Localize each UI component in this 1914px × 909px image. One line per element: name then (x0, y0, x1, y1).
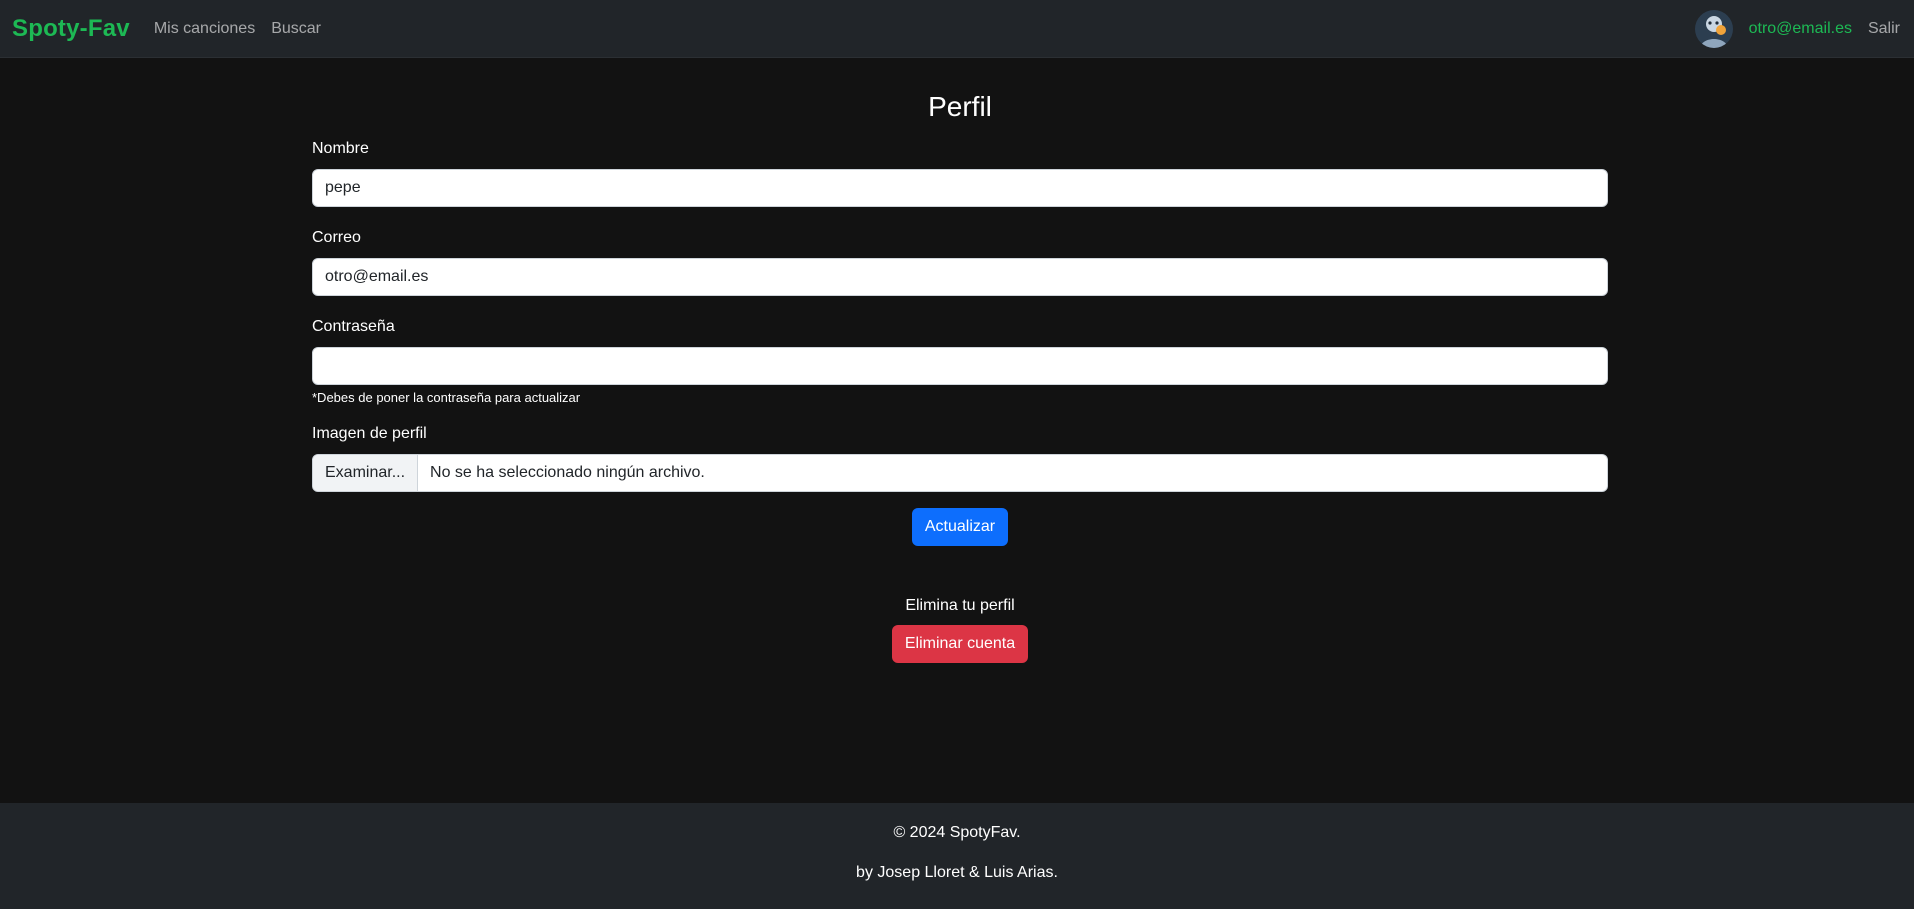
user-email-link[interactable]: otro@email.es (1749, 20, 1852, 38)
delete-text: Elimina tu perfil (905, 597, 1015, 614)
brand-logo[interactable]: Spoty-Fav (12, 15, 130, 43)
footer: © 2024 SpotyFav. by Josep Lloret & Luis … (0, 803, 1914, 909)
name-group: Nombre (312, 139, 1608, 207)
logout-link[interactable]: Salir (1868, 20, 1900, 38)
update-button[interactable]: Actualizar (911, 508, 1009, 546)
name-input[interactable] (312, 169, 1608, 207)
footer-copyright: © 2024 SpotyFav. (893, 824, 1021, 841)
footer-authors: by Josep Lloret & Luis Arias. (856, 864, 1058, 881)
navbar: Spoty-Fav Mis canciones Buscar otro@emai… (0, 0, 1914, 58)
password-input[interactable] (312, 347, 1608, 385)
file-input[interactable]: Examinar... No se ha seleccionado ningún… (312, 454, 1608, 492)
user-avatar-icon[interactable] (1694, 9, 1733, 48)
nav-link-mis-canciones[interactable]: Mis canciones (154, 20, 255, 38)
browse-button[interactable]: Examinar... (313, 455, 419, 491)
file-status: No se ha seleccionado ningún archivo. (430, 464, 705, 481)
password-hint: *Debes de poner la contraseña para actua… (312, 390, 581, 405)
delete-section: Elimina tu perfil Eliminar cuenta (312, 596, 1608, 663)
password-group: Contraseña *Debes de poner la contraseña… (312, 317, 1608, 406)
image-group: Imagen de perfil Examinar... No se ha se… (312, 424, 1608, 492)
email-group: Correo (312, 228, 1608, 296)
nav-link-buscar[interactable]: Buscar (271, 20, 321, 38)
image-label: Imagen de perfil (312, 425, 427, 442)
delete-account-button[interactable]: Eliminar cuenta (891, 625, 1029, 663)
page-title: Perfil (928, 91, 992, 122)
navbar-user-area: otro@email.es Salir (1694, 9, 1902, 48)
name-label: Nombre (312, 140, 369, 157)
update-row: Actualizar (312, 508, 1608, 546)
profile-section: Perfil Nombre Correo Contraseña *Debes d… (312, 58, 1608, 663)
email-input[interactable] (312, 258, 1608, 296)
password-label: Contraseña (312, 318, 395, 335)
email-label: Correo (312, 229, 361, 246)
